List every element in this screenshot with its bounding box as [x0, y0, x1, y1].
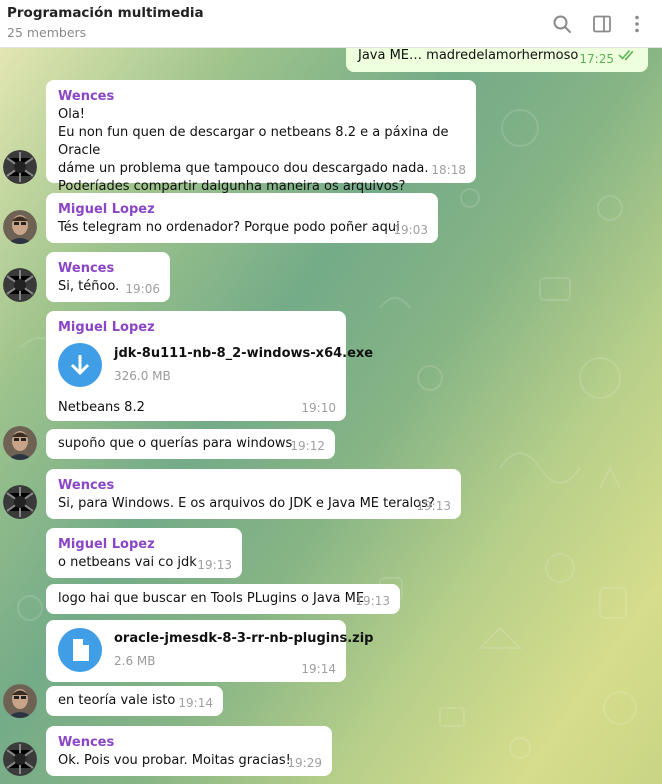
sender-name[interactable]: Miguel Lopez	[58, 319, 334, 337]
avatar-miguel-lopez[interactable]	[3, 684, 37, 718]
sidebar-toggle-icon[interactable]	[591, 13, 613, 35]
sender-name[interactable]: Wences	[58, 734, 320, 752]
message-bubble[interactable]: oracle-jmesdk-8-3-rr-nb-plugins.zip 2.6 …	[46, 620, 374, 682]
document-icon[interactable]	[58, 628, 102, 672]
message-time: 19:13	[197, 558, 232, 572]
message-bubble[interactable]: Wences Ola! Eu non fun quen de descargar…	[46, 80, 476, 194]
message-text: Ola! Eu non fun quen de descargar o netb…	[58, 107, 449, 194]
message-time: 19:13	[355, 594, 390, 608]
avatar-wences[interactable]	[3, 742, 37, 776]
chat-header: Programación multimedia 25 members	[0, 0, 662, 48]
file-size: 326.0 MB	[114, 369, 171, 383]
avatar-wences[interactable]	[3, 485, 37, 519]
message-bubble[interactable]: Wences Ok. Pois vou probar. Moitas graci…	[46, 726, 332, 776]
message-time: 19:03	[393, 223, 428, 237]
message-bubble[interactable]: Miguel Lopez Tés telegram no ordenador? …	[46, 193, 438, 243]
message-time: 18:18	[431, 163, 466, 177]
message-text: Si, para Windows. E os arquivos do JDK e…	[58, 496, 435, 511]
message-time: 17:25	[579, 52, 614, 66]
message-time: 19:13	[416, 499, 451, 513]
member-count: 25 members	[7, 25, 87, 40]
message-text: Java ME… madredelamorhermoso	[358, 48, 579, 63]
message-bubble[interactable]: Miguel Lopez o netbeans vai co jdk 19:13	[46, 528, 242, 578]
download-icon[interactable]	[58, 343, 102, 387]
message-bubble[interactable]: logo hai que buscar en Tools PLugins o J…	[46, 584, 400, 614]
sender-name[interactable]: Miguel Lopez	[58, 536, 230, 554]
sender-name[interactable]: Miguel Lopez	[58, 201, 426, 219]
message-time: 19:14	[178, 696, 213, 710]
file-attachment[interactable]: jdk-8u111-nb-8_2-windows-x64.exe 326.0 M…	[58, 337, 373, 393]
sender-name[interactable]: Wences	[58, 88, 464, 106]
message-bubble[interactable]: Miguel Lopez jdk-8u111-nb-8_2-windows-x6…	[46, 311, 373, 421]
message-text: supoño que o querías para windows	[58, 436, 293, 451]
message-time: 19:12	[290, 439, 325, 453]
more-vertical-icon[interactable]	[626, 13, 648, 35]
avatar-wences[interactable]	[3, 150, 37, 184]
file-name[interactable]: oracle-jmesdk-8-3-rr-nb-plugins.zip	[114, 630, 374, 648]
message-text: logo hai que buscar en Tools PLugins o J…	[58, 591, 365, 606]
double-check-icon	[618, 49, 638, 67]
chat-title[interactable]: Programación multimedia	[7, 5, 204, 21]
message-caption: Netbeans 8.2	[58, 400, 145, 415]
sender-name[interactable]: Wences	[58, 477, 449, 495]
message-list[interactable]: Java ME… madredelamorhermoso 17:25 Wence…	[0, 48, 662, 784]
avatar-miguel-lopez[interactable]	[3, 210, 37, 244]
avatar-wences[interactable]	[3, 268, 37, 302]
message-bubble[interactable]: en teoría vale isto 19:14	[46, 686, 223, 716]
message-bubble[interactable]: supoño que o querías para windows 19:12	[46, 429, 335, 459]
sender-name[interactable]: Wences	[58, 260, 158, 278]
file-name[interactable]: jdk-8u111-nb-8_2-windows-x64.exe	[114, 345, 373, 363]
file-attachment[interactable]: oracle-jmesdk-8-3-rr-nb-plugins.zip 2.6 …	[58, 622, 374, 678]
search-icon[interactable]	[551, 13, 573, 35]
message-bubble[interactable]: Wences Si, téñoo. 19:06	[46, 252, 170, 302]
message-text: Ok. Pois vou probar. Moitas gracias!	[58, 753, 291, 768]
avatar-miguel-lopez[interactable]	[3, 426, 37, 460]
message-bubble[interactable]: Wences Si, para Windows. E os arquivos d…	[46, 469, 461, 519]
message-time: 19:29	[287, 756, 322, 770]
file-size: 2.6 MB	[114, 654, 156, 668]
message-time: 19:10	[301, 401, 336, 415]
message-text: Tés telegram no ordenador? Porque podo p…	[58, 220, 400, 235]
message-bubble[interactable]: Java ME… madredelamorhermoso 17:25	[346, 48, 648, 72]
message-time: 19:06	[125, 282, 160, 296]
message-time: 19:14	[301, 662, 336, 676]
